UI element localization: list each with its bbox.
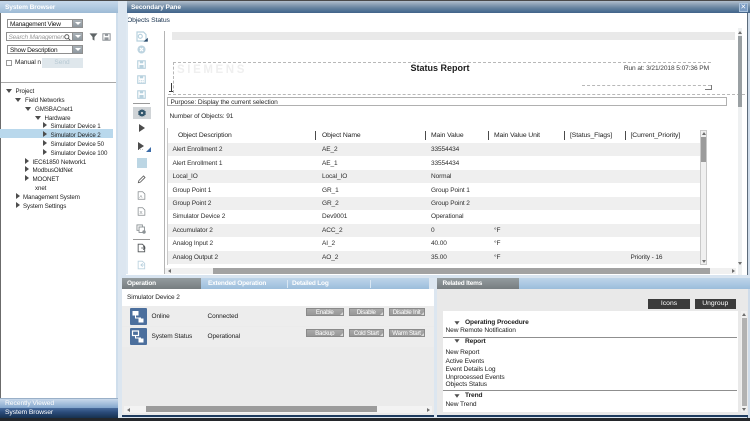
svg-text:A: A: [139, 193, 142, 198]
